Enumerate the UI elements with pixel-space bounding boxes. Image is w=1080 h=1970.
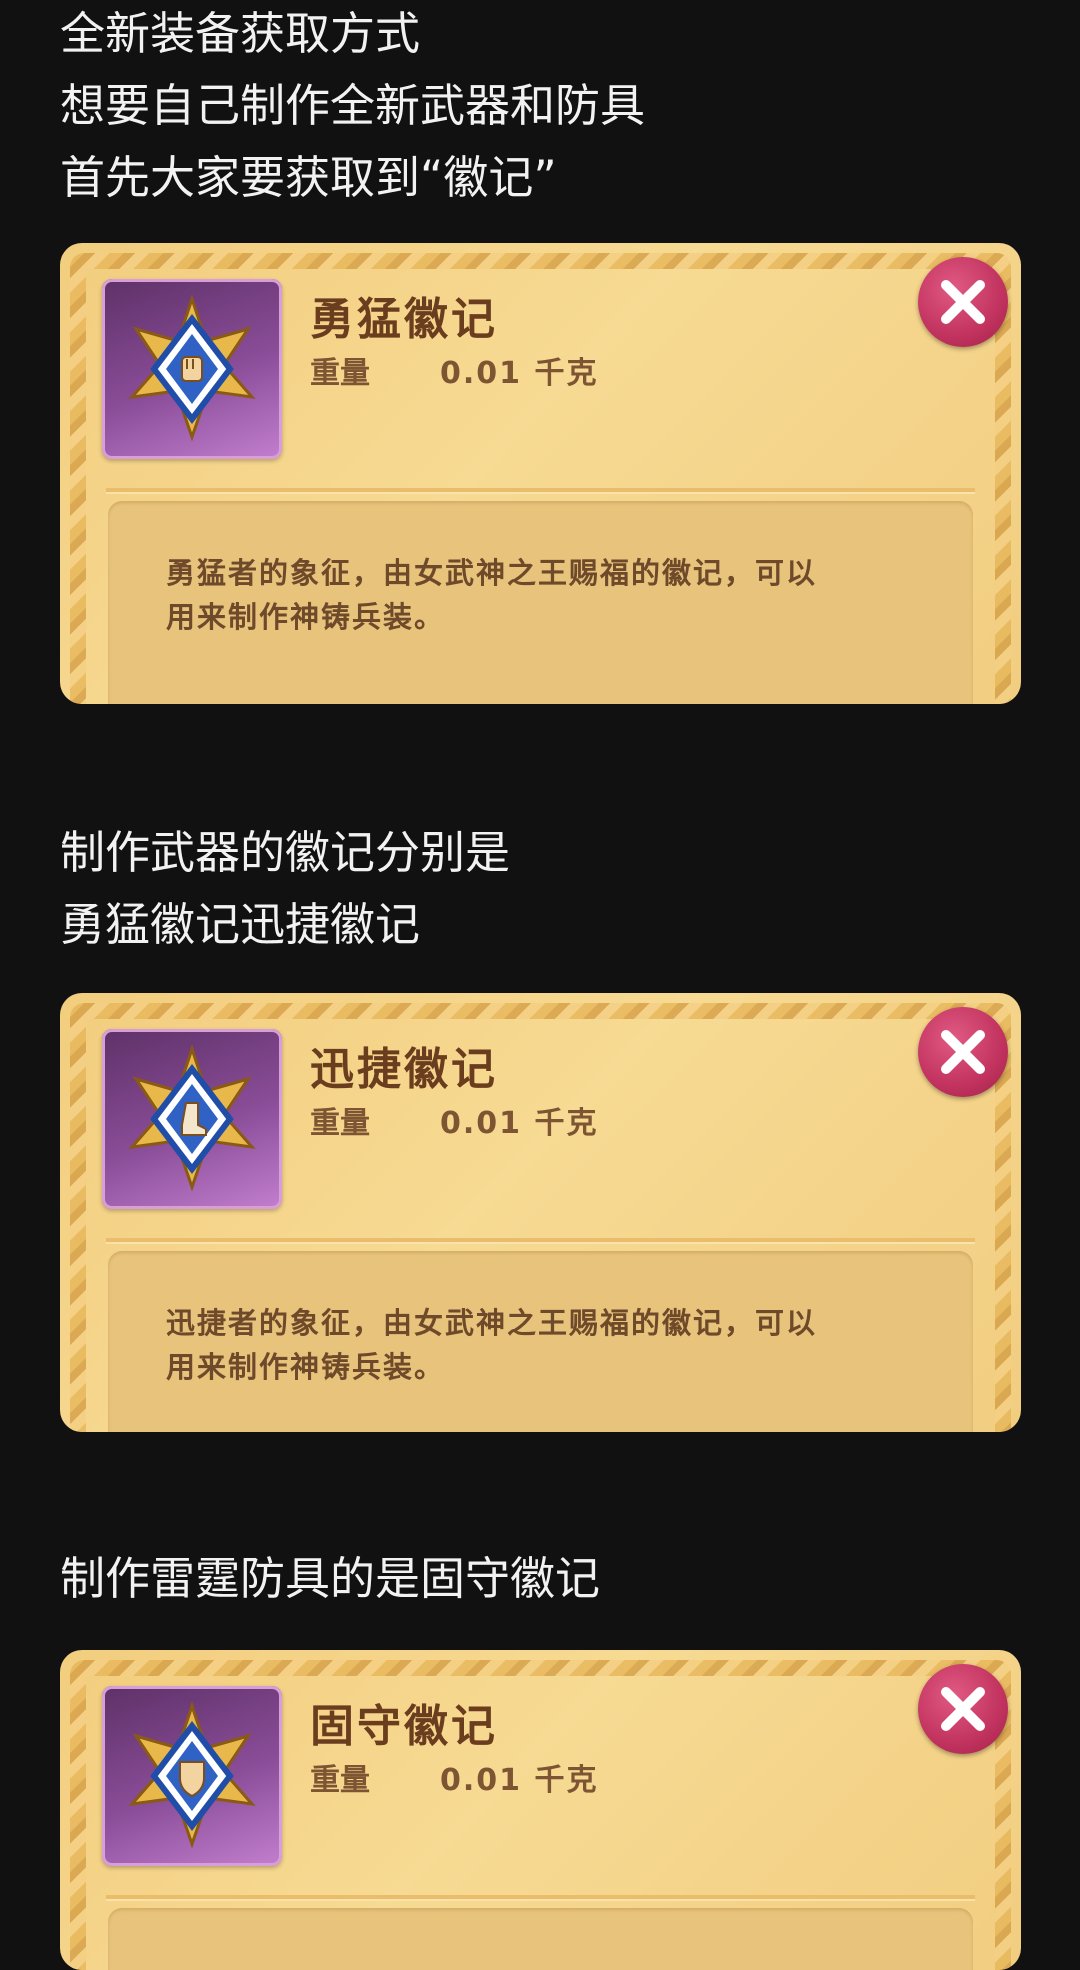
description-line: 用来制作神铸兵装。 bbox=[166, 1350, 446, 1384]
close-icon bbox=[941, 1030, 985, 1074]
close-button[interactable] bbox=[918, 1007, 1008, 1097]
badge-card-guard: 固守徽记 重量 0.01 千克 bbox=[60, 1650, 1021, 1970]
intro-line: 想要自己制作全新武器和防具 bbox=[60, 79, 646, 132]
description-line: 用来制作神铸兵装。 bbox=[166, 600, 446, 634]
intro-line: 首先大家要获取到“徽记” bbox=[60, 151, 557, 204]
description-line: 迅捷者的象征，由女武神之王赐福的徽记，可以 bbox=[166, 1306, 818, 1340]
armor-text: 制作雷霆防具的是固守徽记 bbox=[60, 1543, 600, 1615]
weight-label: 重量 bbox=[310, 356, 370, 391]
close-button[interactable] bbox=[918, 1664, 1008, 1754]
item-icon-box bbox=[102, 279, 282, 459]
shield-emblem-icon bbox=[128, 1701, 256, 1849]
badge-card-swift: 迅捷徽记 重量 0.01 千克 迅捷者的象征，由女武神之王赐福的徽记，可以 用来… bbox=[60, 993, 1021, 1432]
badge-card-brave: 勇猛徽记 重量 0.01 千克 勇猛者的象征，由女武神之王赐福的徽记，可以 用来… bbox=[60, 243, 1021, 704]
weight-label: 重量 bbox=[310, 1106, 370, 1141]
close-button[interactable] bbox=[918, 257, 1008, 347]
weight-label: 重量 bbox=[310, 1763, 370, 1798]
description-panel: 迅捷者的象征，由女武神之王赐福的徽记，可以 用来制作神铸兵装。 bbox=[108, 1251, 973, 1432]
item-title: 迅捷徽记 bbox=[310, 1044, 498, 1095]
item-title: 勇猛徽记 bbox=[310, 294, 498, 345]
item-icon-box bbox=[102, 1686, 282, 1866]
weapons-text: 制作武器的徽记分别是 勇猛徽记迅捷徽记 bbox=[60, 817, 510, 961]
weight-value: 0.01 千克 bbox=[440, 1106, 599, 1141]
boot-emblem-icon bbox=[128, 1044, 256, 1192]
description-panel: 勇猛者的象征，由女武神之王赐福的徽记，可以 用来制作神铸兵装。 bbox=[108, 501, 973, 704]
weapons-line: 勇猛徽记迅捷徽记 bbox=[60, 898, 421, 951]
close-icon bbox=[941, 1687, 985, 1731]
item-description: 勇猛者的象征，由女武神之王赐福的徽记，可以 用来制作神铸兵装。 bbox=[166, 551, 933, 639]
divider bbox=[106, 1895, 975, 1901]
close-icon bbox=[941, 280, 985, 324]
item-description: 迅捷者的象征，由女武神之王赐福的徽记，可以 用来制作神铸兵装。 bbox=[166, 1301, 933, 1389]
item-icon-box bbox=[102, 1029, 282, 1209]
divider bbox=[106, 1238, 975, 1244]
intro-line: 全新装备获取方式 bbox=[60, 7, 421, 60]
description-panel bbox=[108, 1908, 973, 1970]
intro-text: 全新装备获取方式 想要自己制作全新武器和防具 首先大家要获取到“徽记” bbox=[60, 0, 645, 214]
weight-value: 0.01 千克 bbox=[440, 356, 599, 391]
item-title: 固守徽记 bbox=[310, 1701, 498, 1752]
weight-value: 0.01 千克 bbox=[440, 1763, 599, 1798]
fist-emblem-icon bbox=[128, 294, 256, 442]
divider bbox=[106, 488, 975, 494]
armor-line: 制作雷霆防具的是固守徽记 bbox=[60, 1552, 601, 1605]
description-line: 勇猛者的象征，由女武神之王赐福的徽记，可以 bbox=[166, 556, 818, 590]
weapons-line: 制作武器的徽记分别是 bbox=[60, 826, 511, 879]
